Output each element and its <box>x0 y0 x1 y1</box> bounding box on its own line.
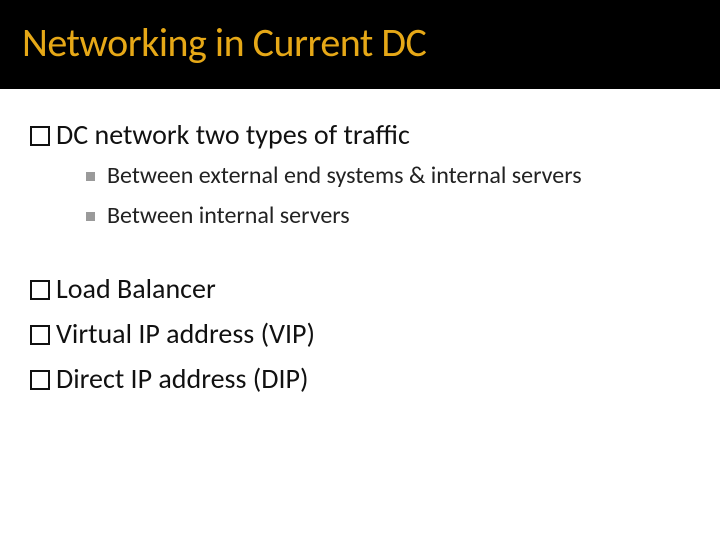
bullet-lvl1: Direct IP address (DIP) <box>30 361 690 396</box>
square-outline-icon <box>30 370 50 390</box>
square-outline-icon <box>30 280 50 300</box>
bullet-text: Direct IP address (DIP) <box>56 361 690 396</box>
bullet-text: DC network two types of traffic <box>56 117 690 152</box>
bullet-lvl1: DC network two types of traffic <box>30 117 690 152</box>
bullet-text: Load Balancer <box>56 271 690 306</box>
square-outline-icon <box>30 126 50 146</box>
bullet-text: Between internal servers <box>107 200 690 232</box>
slide: Networking in Current DC DC network two … <box>0 0 720 540</box>
bullet-lvl1: Load Balancer <box>30 271 690 306</box>
bullet-text: Virtual IP address (VIP) <box>56 316 690 351</box>
bullet-lvl2: Between external end systems & internal … <box>86 160 690 192</box>
title-bar: Networking in Current DC <box>0 0 720 89</box>
square-fill-icon <box>86 172 95 181</box>
bullet-lvl1: Virtual IP address (VIP) <box>30 316 690 351</box>
spacer <box>30 233 690 261</box>
bullet-text: Between external end systems & internal … <box>107 160 690 192</box>
slide-title: Networking in Current DC <box>22 18 426 67</box>
bullet-lvl2: Between internal servers <box>86 200 690 232</box>
slide-body: DC network two types of traffic Between … <box>0 89 720 396</box>
square-fill-icon <box>86 212 95 221</box>
square-outline-icon <box>30 325 50 345</box>
